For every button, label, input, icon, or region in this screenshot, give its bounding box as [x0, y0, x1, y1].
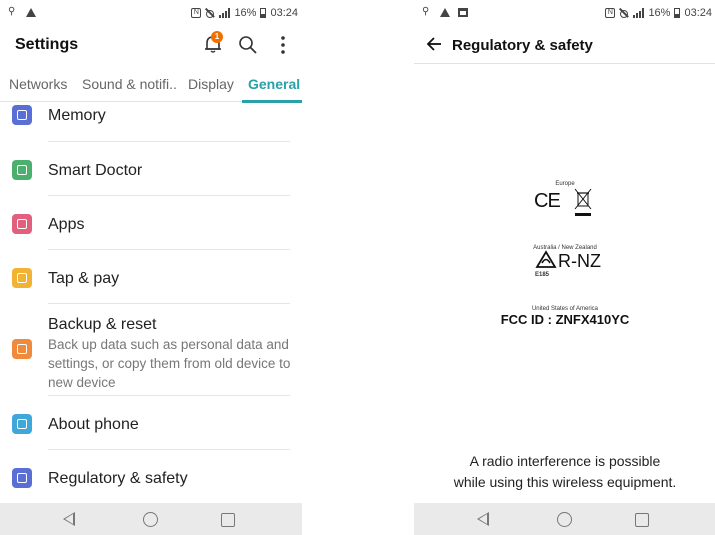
list-item-tap-pay[interactable]: Tap & pay	[0, 267, 302, 305]
status-bar: ⚲ N 16% 03:24	[0, 0, 302, 26]
clock: 03:24	[684, 7, 712, 19]
navigation-bar	[0, 503, 302, 535]
search-icon[interactable]	[238, 35, 258, 55]
divider	[48, 395, 290, 396]
item-label: Apps	[48, 216, 85, 233]
smart-doctor-icon	[12, 160, 32, 180]
info-icon	[12, 414, 32, 434]
interference-warning: A radio interference is possible while u…	[414, 451, 715, 493]
divider	[48, 141, 290, 142]
screenshot-icon	[458, 7, 468, 17]
divider	[48, 249, 290, 250]
list-item-smart-doctor[interactable]: Smart Doctor	[0, 159, 302, 197]
back-nav-icon[interactable]	[477, 512, 489, 526]
item-label: Tap & pay	[48, 270, 120, 287]
usb-icon: ⚲	[8, 6, 16, 17]
europe-marks: CE	[414, 186, 715, 220]
item-label: About phone	[48, 416, 139, 433]
list-item-memory[interactable]: Memory	[0, 103, 302, 141]
more-vert-icon[interactable]	[277, 34, 289, 56]
list-item-backup-reset[interactable]: Backup & reset Back up data such as pers…	[0, 313, 302, 397]
notification-badge: 1	[211, 31, 223, 43]
home-nav-icon[interactable]	[557, 512, 572, 527]
battery-percent: 16%	[648, 7, 671, 19]
back-arrow-icon[interactable]	[426, 36, 442, 52]
warning-line-2: while using this wireless equipment.	[453, 474, 677, 490]
memory-icon	[12, 105, 32, 125]
item-label: Memory	[48, 107, 106, 124]
list-item-about-phone[interactable]: About phone	[0, 413, 302, 451]
tab-general[interactable]: General	[248, 76, 300, 92]
battery-icon	[674, 8, 681, 18]
rcm-label: R-NZ	[558, 251, 601, 271]
divider	[48, 195, 290, 196]
nfc-icon: N	[191, 8, 202, 18]
home-nav-icon[interactable]	[143, 512, 158, 527]
tab-networks[interactable]: Networks	[9, 76, 67, 92]
weee-bin-icon	[574, 188, 592, 216]
usb-icon: ⚲	[422, 6, 430, 17]
tab-bar: Networks Sound & notifi.. Display Genera…	[0, 70, 302, 103]
app-bar: Settings 1	[0, 28, 302, 62]
item-description: Back up data such as personal data and s…	[48, 337, 291, 390]
apps-icon	[12, 214, 32, 234]
regulatory-screen: ⚲ N 16% 03:24 Regulatory & safety Europe…	[414, 0, 715, 535]
list-item-apps[interactable]: Apps	[0, 213, 302, 251]
signal-icon	[633, 8, 645, 18]
mute-icon	[619, 8, 629, 18]
regulatory-icon	[12, 468, 32, 488]
item-label: Regulatory & safety	[48, 470, 188, 487]
signal-icon	[219, 8, 231, 18]
fcc-id: FCC ID : ZNFX410YC	[500, 312, 630, 327]
page-title: Regulatory & safety	[452, 37, 593, 54]
item-label: Smart Doctor	[48, 162, 143, 179]
settings-screen: ⚲ N 16% 03:24 Settings 1 Networks Sound …	[0, 0, 302, 535]
recents-nav-icon[interactable]	[635, 513, 649, 527]
divider	[48, 449, 290, 450]
warning-icon	[440, 7, 450, 17]
ce-mark: CE	[534, 190, 561, 212]
app-bar: Regulatory & safety	[414, 28, 715, 64]
nfc-icon: N	[605, 8, 616, 18]
tab-display[interactable]: Display	[188, 76, 234, 92]
tap-pay-icon	[12, 268, 32, 288]
back-nav-icon[interactable]	[63, 512, 75, 526]
divider	[48, 303, 290, 304]
warning-line-1: A radio interference is possible	[469, 453, 661, 469]
battery-percent: 16%	[234, 7, 257, 19]
warning-icon	[26, 7, 36, 17]
tab-sound-notifications[interactable]: Sound & notifi..	[82, 76, 177, 92]
rcm-code: E185	[535, 272, 550, 278]
rcm-mark: R-NZ E185	[414, 250, 715, 280]
item-label: Backup & reset	[48, 316, 157, 333]
navigation-bar	[414, 503, 715, 535]
battery-icon	[260, 8, 267, 18]
rcm-icon	[535, 250, 557, 268]
status-bar: ⚲ N 16% 03:24	[414, 0, 715, 26]
recents-nav-icon[interactable]	[221, 513, 235, 527]
backup-icon	[12, 339, 32, 359]
page-title: Settings	[15, 36, 79, 53]
clock: 03:24	[270, 7, 298, 19]
mute-icon	[205, 8, 215, 18]
list-item-regulatory-safety[interactable]: Regulatory & safety	[0, 467, 302, 505]
